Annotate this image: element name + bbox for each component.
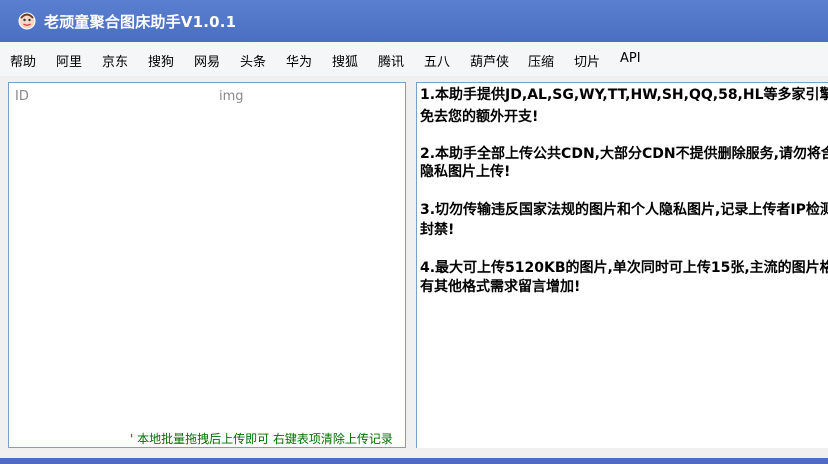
note-4-line-1: 4.最大可上传5120KB的图片,单次同时可上传15张,主流的图片格式 bbox=[420, 260, 828, 276]
note-4-line-2: 有其他格式需求留言增加! bbox=[420, 279, 581, 295]
upload-list[interactable]: ID img bbox=[8, 82, 406, 448]
window-bottom-edge bbox=[0, 458, 828, 464]
menu-58[interactable]: 五八 bbox=[424, 51, 450, 70]
drag-upload-hint: ' 本地批量拖拽后上传即可 右键表项清除上传记录 bbox=[130, 432, 393, 446]
menu-netease[interactable]: 网易 bbox=[194, 51, 220, 70]
app-logo-icon bbox=[18, 12, 36, 30]
info-panel: 1.本助手提供JD,AL,SG,WY,TT,HW,SH,QQ,58,HL等多家引… bbox=[416, 82, 828, 448]
menu-api[interactable]: API bbox=[620, 51, 641, 66]
window-title: 老顽童聚合图床助手V1.0.1 bbox=[44, 13, 237, 31]
menu-tencent[interactable]: 腾讯 bbox=[378, 51, 404, 70]
note-2-line-1: 2.本助手全部上传公共CDN,大部分CDN不提供删除服务,请勿将含有 bbox=[420, 146, 828, 162]
menu-compress[interactable]: 压缩 bbox=[528, 51, 554, 70]
menu-bar: 帮助 阿里 京东 搜狗 网易 头条 华为 搜狐 腾讯 五八 葫芦侠 压缩 切片 … bbox=[0, 42, 828, 76]
menu-jd[interactable]: 京东 bbox=[102, 51, 128, 70]
note-3-line-2: 封禁! bbox=[420, 222, 455, 238]
note-3-line-1: 3.切勿传输违反国家法规的图片和个人隐私图片,记录上传者IP检测 bbox=[420, 202, 828, 218]
note-1-line-2: 免去您的额外开支! bbox=[420, 109, 539, 125]
note-2-line-2: 隐私图片上传! bbox=[420, 164, 511, 180]
menu-sogou[interactable]: 搜狗 bbox=[148, 51, 174, 70]
menu-sohu[interactable]: 搜狐 bbox=[332, 51, 358, 70]
title-bar: 老顽童聚合图床助手V1.0.1 bbox=[0, 0, 828, 42]
menu-huawei[interactable]: 华为 bbox=[286, 51, 312, 70]
note-1-line-1: 1.本助手提供JD,AL,SG,WY,TT,HW,SH,QQ,58,HL等多家引… bbox=[420, 87, 828, 103]
column-header-img[interactable]: img bbox=[219, 89, 244, 104]
menu-ali[interactable]: 阿里 bbox=[56, 51, 82, 70]
column-header-id[interactable]: ID bbox=[15, 89, 29, 104]
menu-help[interactable]: 帮助 bbox=[10, 51, 36, 70]
menu-huluxia[interactable]: 葫芦侠 bbox=[470, 51, 509, 70]
menu-toutiao[interactable]: 头条 bbox=[240, 51, 266, 70]
menu-slice[interactable]: 切片 bbox=[574, 51, 600, 70]
